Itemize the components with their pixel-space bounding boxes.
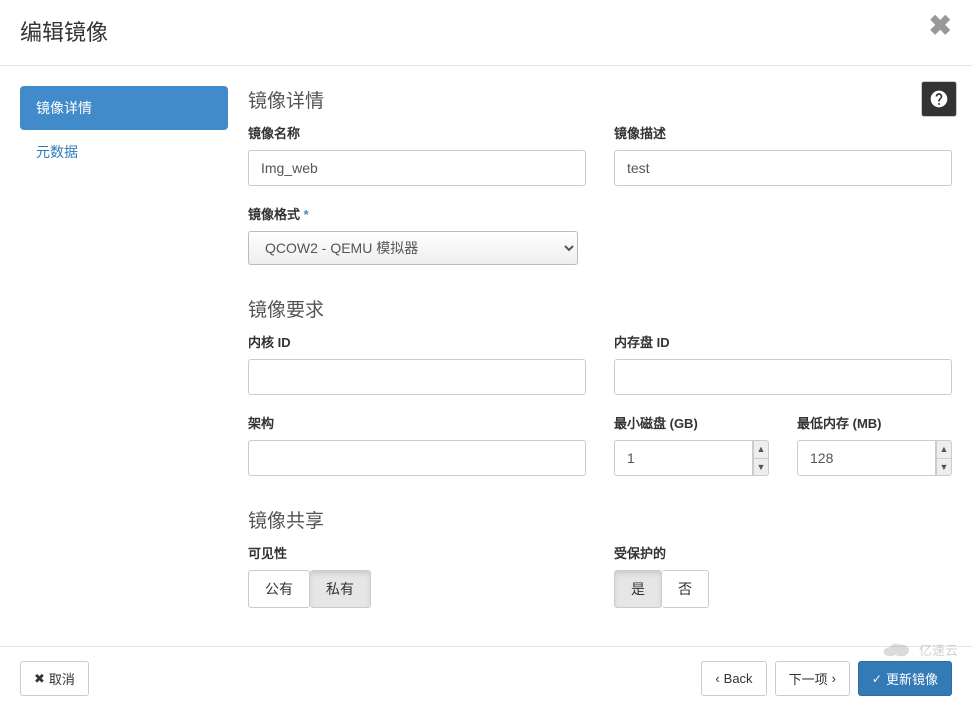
check-icon: ✓ xyxy=(872,672,882,686)
cloud-icon xyxy=(881,639,913,659)
modal-footer: ✖ 取消 ‹ Back 下一项 › ✓ 更新镜像 xyxy=(0,646,972,710)
kernel-id-input[interactable] xyxy=(248,359,586,395)
image-desc-label: 镜像描述 xyxy=(614,123,952,142)
image-name-label: 镜像名称 xyxy=(248,123,586,142)
visibility-private-button[interactable]: 私有 xyxy=(310,570,371,608)
help-icon xyxy=(929,89,949,109)
section-title-sharing: 镜像共享 xyxy=(248,506,952,533)
visibility-public-button[interactable]: 公有 xyxy=(248,570,310,608)
min-disk-label: 最小磁盘 (GB) xyxy=(614,413,769,432)
close-icon: ✖ xyxy=(34,671,45,687)
visibility-toggle: 公有 私有 xyxy=(248,570,371,608)
chevron-right-icon: › xyxy=(832,671,836,686)
back-button[interactable]: ‹ Back xyxy=(701,661,766,696)
modal-header: 编辑镜像 ✖ xyxy=(0,0,972,66)
section-title-details: 镜像详情 xyxy=(248,86,952,113)
modal-close-button[interactable]: ✖ xyxy=(929,12,952,40)
modal-title: 编辑镜像 xyxy=(20,15,952,47)
update-image-button[interactable]: ✓ 更新镜像 xyxy=(858,661,952,696)
protected-yes-button[interactable]: 是 xyxy=(614,570,662,608)
min-disk-input[interactable] xyxy=(614,440,753,476)
image-name-input[interactable] xyxy=(248,150,586,186)
kernel-id-label: 内核 ID xyxy=(248,332,586,351)
image-format-select[interactable]: QCOW2 - QEMU 模拟器 xyxy=(248,231,578,265)
min-ram-up-button[interactable]: ▲ xyxy=(936,440,952,458)
help-button[interactable] xyxy=(921,81,957,117)
edit-image-modal: 编辑镜像 ✖ 镜像详情 元数据 镜像详情 镜像名称 镜像描述 xyxy=(0,0,972,710)
ramdisk-id-label: 内存盘 ID xyxy=(614,332,952,351)
protected-toggle: 是 否 xyxy=(614,570,709,608)
watermark: 亿速云 xyxy=(881,639,958,659)
section-title-requirements: 镜像要求 xyxy=(248,295,952,322)
sidebar-item-metadata[interactable]: 元数据 xyxy=(20,130,228,174)
sidebar: 镜像详情 元数据 xyxy=(20,86,228,626)
min-ram-label: 最低内存 (MB) xyxy=(797,413,952,432)
min-disk-up-button[interactable]: ▲ xyxy=(753,440,769,458)
visibility-label: 可见性 xyxy=(248,543,586,562)
protected-label: 受保护的 xyxy=(614,543,952,562)
architecture-input[interactable] xyxy=(248,440,586,476)
min-ram-down-button[interactable]: ▼ xyxy=(936,458,952,476)
sidebar-item-image-details[interactable]: 镜像详情 xyxy=(20,86,228,130)
cancel-button[interactable]: ✖ 取消 xyxy=(20,661,89,696)
ramdisk-id-input[interactable] xyxy=(614,359,952,395)
image-desc-input[interactable] xyxy=(614,150,952,186)
next-button[interactable]: 下一项 › xyxy=(775,661,850,696)
architecture-label: 架构 xyxy=(248,413,586,432)
form-content: 镜像详情 镜像名称 镜像描述 镜像格式 * QCOW2 - QEMU 模拟器 xyxy=(248,86,952,626)
protected-no-button[interactable]: 否 xyxy=(662,570,709,608)
min-disk-down-button[interactable]: ▼ xyxy=(753,458,769,476)
chevron-left-icon: ‹ xyxy=(715,671,719,686)
image-format-label: 镜像格式 * xyxy=(248,204,578,223)
min-ram-input[interactable] xyxy=(797,440,936,476)
